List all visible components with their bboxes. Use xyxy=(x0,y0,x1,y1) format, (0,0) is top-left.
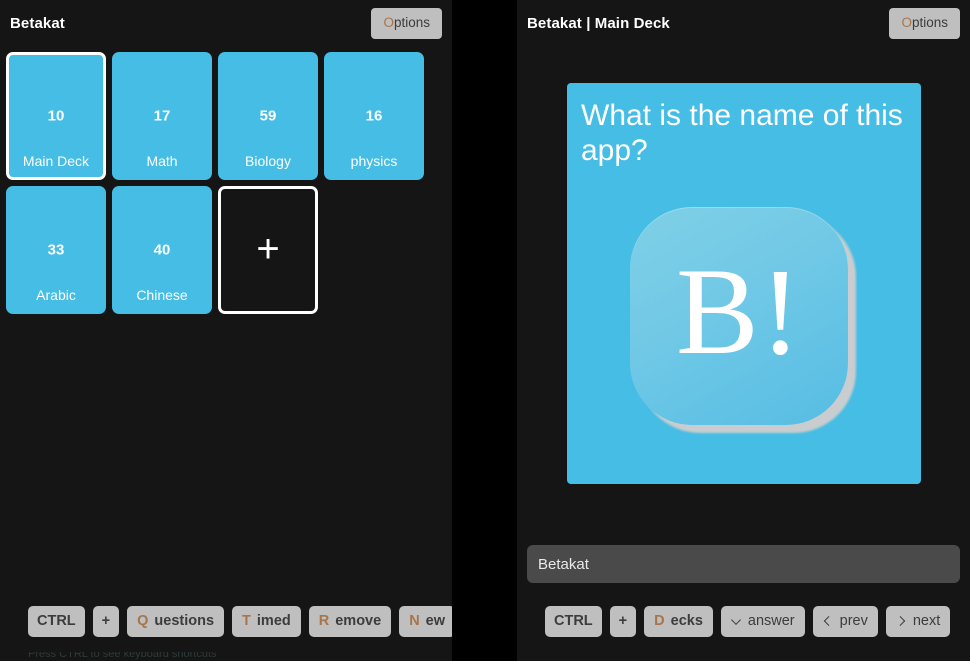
deck-card-count: 10 xyxy=(47,107,65,125)
left-toolbar: CTRL + Questions Timed Remove New xyxy=(0,605,452,637)
toolbar-accesskey-remove: R xyxy=(318,612,330,629)
toolbar-button-new[interactable]: New xyxy=(399,605,452,637)
toolbar-label-ctrl: CTRL xyxy=(37,612,76,629)
deck-grid: 10 Main Deck 17 Math 59 Biology 16 physics 33 Ara… xyxy=(6,52,446,314)
deck-name-label: Arabic xyxy=(36,287,76,303)
toolbar-button-ctrl[interactable]: CTRL xyxy=(28,605,85,637)
deck-card-count: 40 xyxy=(153,241,171,259)
toolbar-button-next[interactable]: next xyxy=(885,605,951,637)
toolbar-label-plus: + xyxy=(101,612,111,629)
deck-name-label: Math xyxy=(146,153,178,169)
chevron-left-icon xyxy=(823,615,834,626)
right-panel-header: Betakat | Main Deck Options xyxy=(517,0,970,52)
deck-tile-main-deck[interactable]: 10 Main Deck xyxy=(6,52,106,180)
left-footer-hint-text: Press CTRL to see keyboard shortcuts xyxy=(28,652,217,660)
toolbar-button-plus[interactable]: + xyxy=(92,605,120,637)
toolbar-button-prev[interactable]: prev xyxy=(812,605,878,637)
toolbar-label-new: ew xyxy=(425,612,446,629)
deck-card-count: 17 xyxy=(153,107,171,125)
flashcard[interactable]: What is the name of this app? B! xyxy=(567,83,921,484)
toolbar-accesskey-timed: T xyxy=(242,612,251,629)
deck-tile-arabic[interactable]: 33 Arabic xyxy=(6,186,106,314)
toolbar-label-remove: emove xyxy=(335,612,382,629)
left-panel-header: Betakat Options xyxy=(0,0,452,52)
toolbar-label-questions: uestions xyxy=(154,612,215,629)
betakat-app-icon: B! xyxy=(624,201,864,449)
decks-panel: Betakat Options 10 Main Deck 17 Math 59 Biolo… xyxy=(0,0,452,661)
chevron-right-icon xyxy=(895,615,907,626)
right-options-accesskey: O xyxy=(901,15,912,30)
toolbar-label-decks: ecks xyxy=(670,612,703,629)
plus-icon: + xyxy=(256,227,280,271)
app-root: Betakat Options 10 Main Deck 17 Math 59 Biolo… xyxy=(0,0,970,661)
deck-tile-math[interactable]: 17 Math xyxy=(112,52,212,180)
question-text: What is the name of this app? xyxy=(581,99,903,167)
right-options-label: ptions xyxy=(911,15,948,30)
toolbar-label-plus: + xyxy=(618,612,628,629)
breadcrumb-deck: Main Deck xyxy=(594,15,670,32)
toolbar-button-questions[interactable]: Questions xyxy=(127,605,225,637)
deck-card-count: 33 xyxy=(47,241,65,259)
deck-tile-chinese[interactable]: 40 Chinese xyxy=(112,186,212,314)
chevron-down-icon xyxy=(731,614,742,626)
left-options-label: ptions xyxy=(393,15,430,30)
toolbar-accesskey-new: N xyxy=(409,612,420,629)
app-icon-glyph: B! xyxy=(676,243,802,380)
left-footer-hint: Press CTRL to see keyboard shortcuts xyxy=(0,652,452,661)
right-toolbar: CTRL + Decks answer prev next xyxy=(517,605,970,637)
toolbar-button-timed[interactable]: Timed xyxy=(232,605,301,637)
study-panel: Betakat | Main Deck Options What is the … xyxy=(517,0,970,661)
breadcrumb-app: Betakat xyxy=(527,15,582,32)
left-options-button[interactable]: Options xyxy=(371,8,442,39)
deck-card-count: 16 xyxy=(365,107,383,125)
page-title: Betakat xyxy=(10,15,65,32)
left-options-accesskey: O xyxy=(383,15,394,30)
deck-name-label: Biology xyxy=(245,153,291,169)
deck-card-count: 59 xyxy=(259,107,277,125)
left-panel-title-text: Betakat xyxy=(10,15,65,32)
toolbar-label-next: next xyxy=(912,612,941,629)
flashcard-image: B! xyxy=(567,201,921,449)
deck-name-label: Chinese xyxy=(136,287,188,303)
breadcrumb: Betakat | Main Deck xyxy=(527,15,670,32)
deck-name-label: Main Deck xyxy=(22,153,90,169)
toolbar-label-ctrl: CTRL xyxy=(554,612,593,629)
right-options-button[interactable]: Options xyxy=(889,8,960,39)
toolbar-label-prev: prev xyxy=(839,612,868,629)
toolbar-button-plus[interactable]: + xyxy=(609,605,637,637)
deck-name-label: physics xyxy=(350,153,398,169)
toolbar-button-ctrl[interactable]: CTRL xyxy=(545,605,602,637)
deck-tile-biology[interactable]: 59 Biology xyxy=(218,52,318,180)
answer-input[interactable] xyxy=(527,545,960,583)
toolbar-accesskey-questions: Q xyxy=(137,612,149,629)
toolbar-label-timed: imed xyxy=(256,612,291,629)
toolbar-label-answer: answer xyxy=(747,612,795,629)
add-deck-button[interactable]: + xyxy=(218,186,318,314)
toolbar-button-answer[interactable]: answer xyxy=(720,605,805,637)
toolbar-accesskey-decks: D xyxy=(654,612,665,629)
breadcrumb-separator: | xyxy=(586,15,591,32)
deck-tile-physics[interactable]: 16 physics xyxy=(324,52,424,180)
toolbar-button-remove[interactable]: Remove xyxy=(308,605,392,637)
toolbar-button-decks[interactable]: Decks xyxy=(644,605,713,637)
